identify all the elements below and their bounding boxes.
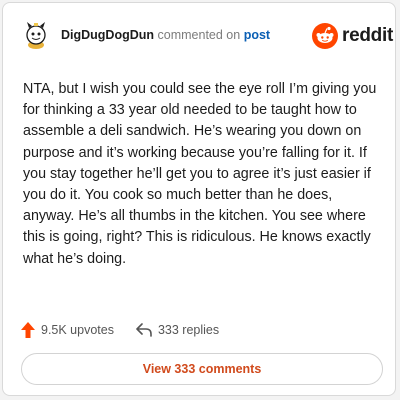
upvote-arrow-icon	[21, 322, 35, 338]
comment-body: NTA, but I wish you could see the eye ro…	[23, 81, 377, 267]
reddit-logo[interactable]: reddit	[312, 23, 393, 49]
reddit-logo-icon	[312, 23, 338, 49]
upvotes-count[interactable]: 9.5K upvotes	[21, 322, 114, 338]
comment-header: DigDugDogDun commented on post	[61, 28, 270, 42]
comment-stats: 9.5K upvotes 333 replies	[21, 320, 241, 340]
view-comments-button[interactable]: View 333 comments	[21, 353, 383, 385]
action-text: commented on	[157, 28, 241, 42]
post-link[interactable]: post	[244, 28, 270, 42]
reddit-wordmark: reddit	[342, 25, 393, 46]
username-link[interactable]: DigDugDogDun	[61, 28, 154, 42]
comment-card: DigDugDogDun commented on post reddit NT…	[2, 2, 396, 396]
replies-label: 333 replies	[157, 323, 220, 337]
replies-count[interactable]: 333 replies	[136, 323, 219, 337]
upvotes-label: 9.5K upvotes	[41, 323, 114, 337]
reply-arrow-icon	[136, 323, 152, 337]
user-avatar-icon[interactable]	[21, 20, 51, 50]
